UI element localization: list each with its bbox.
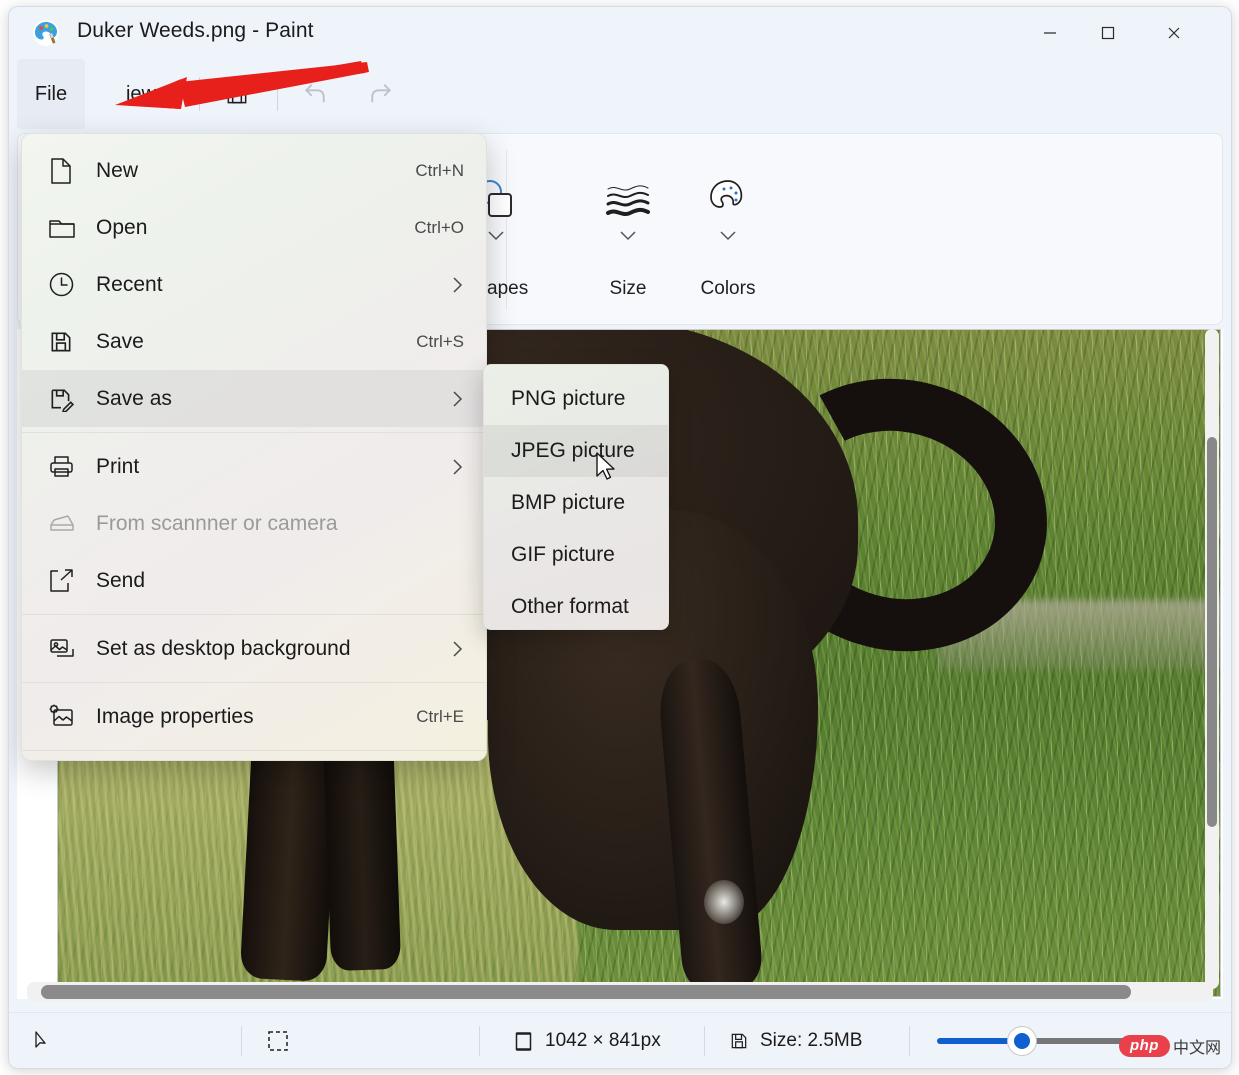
dog-white-sock: [704, 880, 744, 924]
menu-item-send[interactable]: Send: [22, 552, 486, 609]
menu-label: Image properties: [96, 705, 416, 729]
image-dimensions-text: 1042 × 841px: [545, 1030, 661, 1052]
ribbon-label-colors: Colors: [701, 278, 756, 300]
toolbar-separator-1: [199, 77, 200, 111]
menu-item-recent[interactable]: Recent: [22, 256, 486, 313]
menu-item-image-properties[interactable]: Image properties Ctrl+E: [22, 688, 486, 745]
ribbon-group-size[interactable]: Size: [578, 140, 678, 318]
submenu-item-bmp-picture[interactable]: BMP picture: [484, 477, 668, 529]
menu-label: New: [96, 159, 415, 183]
submenu-item-gif-picture[interactable]: GIF picture: [484, 529, 668, 581]
horizontal-scrollbar-thumb[interactable]: [41, 985, 1131, 999]
menu-separator-2: [22, 614, 486, 615]
menu-item-set-as-desktop-background[interactable]: Set as desktop background: [22, 620, 486, 677]
chevron-right-icon: [446, 389, 464, 409]
menu-item-save[interactable]: Save Ctrl+S: [22, 313, 486, 370]
menu-label: Send: [96, 569, 464, 593]
menu-accel: Ctrl+S: [416, 332, 464, 352]
menu-label: Save: [96, 330, 416, 354]
save-as-submenu[interactable]: PNG picture JPEG picture BMP picture GIF…: [483, 364, 669, 630]
chevron-right-icon: [446, 457, 464, 477]
menu-label: Set as desktop background: [96, 637, 446, 661]
maximize-button[interactable]: [1079, 7, 1137, 59]
toolbar-separator-2: [277, 77, 278, 111]
submenu-item-jpeg-picture[interactable]: JPEG picture: [484, 425, 668, 477]
file-menu[interactable]: New Ctrl+N Open Ctrl+O Recent: [21, 133, 487, 761]
printer-icon: [48, 454, 86, 479]
menu-label: Save as: [96, 387, 446, 411]
save-floppy-icon: [48, 329, 86, 355]
menu-item-new[interactable]: New Ctrl+N: [22, 142, 486, 199]
menu-label: Print: [96, 455, 446, 479]
status-bar: 1042 × 841px Size: 2.5MB php 中文网: [9, 1012, 1231, 1068]
menu-separator-3: [22, 682, 486, 683]
menu-accel: Ctrl+O: [414, 218, 464, 238]
status-separator-2: [479, 1026, 480, 1056]
menu-item-save-as[interactable]: Save as: [22, 370, 486, 427]
paint-palette-icon: [31, 18, 61, 48]
menu-item-open[interactable]: Open Ctrl+O: [22, 199, 486, 256]
image-dimensions: 1042 × 841px: [513, 1013, 661, 1069]
menu-item-from-scanner-or-camera: From scannner or camera: [22, 495, 486, 552]
status-separator-1: [241, 1026, 242, 1056]
submenu-item-png-picture[interactable]: PNG picture: [484, 373, 668, 425]
minimize-button[interactable]: [1021, 7, 1079, 59]
share-icon: [48, 568, 86, 594]
status-separator-3: [704, 1026, 705, 1056]
tab-toolbar: File iew: [9, 59, 1231, 129]
close-button[interactable]: [1145, 7, 1203, 59]
vertical-scrollbar-thumb[interactable]: [1207, 437, 1217, 827]
menu-separator-4: [22, 750, 486, 751]
window-title: Duker Weeds.png - Paint: [77, 19, 314, 43]
submenu-item-other-format[interactable]: Other format: [484, 581, 668, 630]
menu-accel: Ctrl+E: [416, 707, 464, 727]
desktop-image-icon: [48, 637, 86, 661]
clock-icon: [48, 271, 86, 298]
watermark-badge: php: [1119, 1035, 1170, 1057]
menu-separator-1: [22, 432, 486, 433]
selection-marquee-icon: [267, 1013, 289, 1069]
vertical-scrollbar[interactable]: [1205, 329, 1219, 989]
chevron-right-icon: [446, 639, 464, 659]
menu-item-print[interactable]: Print: [22, 438, 486, 495]
redo-arrow-icon: [357, 73, 405, 115]
scanner-icon: [48, 513, 86, 535]
menu-item-settings[interactable]: Settings: [22, 756, 486, 761]
file-tab[interactable]: File: [17, 59, 85, 129]
open-folder-icon: [48, 215, 86, 241]
file-size-text: Size: 2.5MB: [760, 1030, 862, 1052]
chevron-down-icon[interactable]: [719, 230, 737, 241]
zoom-slider-thumb[interactable]: [1007, 1026, 1037, 1056]
save-as-icon: [48, 386, 86, 412]
title-bar: Duker Weeds.png - Paint: [9, 7, 1231, 59]
menu-label: Recent: [96, 273, 446, 297]
brush-size-icon: [603, 174, 653, 220]
undo-arrow-icon: [291, 73, 339, 115]
ribbon-group-colors[interactable]: Colors: [678, 140, 778, 318]
watermark-text: 中文网: [1173, 1034, 1221, 1058]
new-document-icon: [48, 157, 86, 185]
save-floppy-icon: [729, 1031, 749, 1051]
chevron-right-icon: [446, 275, 464, 295]
menu-accel: Ctrl+N: [415, 161, 464, 181]
view-tab[interactable]: iew: [91, 59, 191, 129]
chevron-down-icon[interactable]: [619, 230, 637, 241]
color-palette-icon: [703, 174, 753, 220]
chevron-down-icon[interactable]: [487, 230, 505, 241]
cursor-arrow-icon: [33, 1013, 49, 1069]
menu-label: From scannner or camera: [96, 512, 464, 536]
menu-label: Open: [96, 216, 414, 240]
watermark: php 中文网: [1119, 1034, 1221, 1058]
save-floppy-icon[interactable]: [213, 73, 261, 115]
image-dimensions-icon: [513, 1031, 534, 1052]
ribbon-label-size: Size: [610, 278, 647, 300]
file-size: Size: 2.5MB: [729, 1013, 862, 1069]
horizontal-scrollbar[interactable]: [27, 982, 1213, 1002]
paint-window: Duker Weeds.png - Paint File iew: [8, 6, 1232, 1069]
image-properties-icon: [48, 704, 86, 729]
status-separator-4: [909, 1026, 910, 1056]
